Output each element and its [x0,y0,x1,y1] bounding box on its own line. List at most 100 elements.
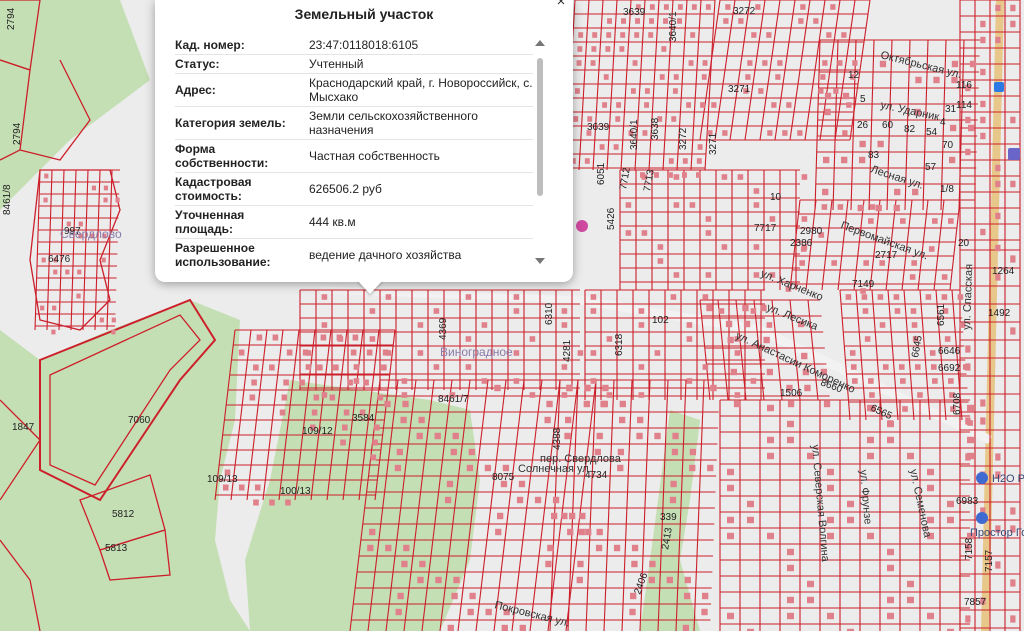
parcel-label: 5426 [606,207,617,230]
popup-title: Земельный участок [294,6,434,22]
parcel-label: 4388 [552,427,563,450]
attribute-key: Категория земель: [175,106,307,140]
poi-marker-icon[interactable] [976,472,988,484]
popup-pointer [357,280,383,294]
parcel-label: 6983 [956,496,979,507]
parcel-label: 7157 [984,549,995,572]
parcel-label: 1/8 [940,184,954,195]
attribute-value: 23:47:0118018:6105 [307,36,533,55]
hotel-icon[interactable] [1008,148,1020,160]
parcel-label: 114 [956,100,972,111]
popup-body: Кад. номер: 23:47:0118018:6105 Статус: Учт… [175,36,533,268]
parcel-label: 1264 [992,266,1015,277]
parcel-label: 1847 [12,422,35,433]
popup-scrollbar[interactable] [535,40,545,266]
table-row: Статус: Учтенный [175,54,533,74]
table-row: Уточненная площадь: 444 кв.м [175,205,533,239]
scroll-down-arrow-icon[interactable] [535,258,545,264]
parcel-label: 57 [925,162,937,173]
parcel-label: 5812 [112,509,135,520]
street-label: ул. Семенова [907,468,933,539]
parcel-label: 3640/1 [629,119,640,150]
attribute-key: Кад. номер: [175,36,307,55]
parcel-label: 70 [942,140,954,151]
parcel-info-popup: Земельный участок Кад. номер: 23:47:01180… [155,0,573,282]
parcel-label: 26 [857,120,869,131]
poi-label[interactable]: H2O Ресорт [992,473,1024,485]
poi-label[interactable]: Простор Горная [970,527,1024,539]
parcel-label: 4281 [562,339,573,362]
parcel-label: 100/13 [280,486,311,497]
table-row: Разрешенное использование: ведение дачног… [175,238,533,268]
street-label: пер. Свердлова [540,453,622,465]
attribute-value: Земли сельскохозяйственного назначения [307,106,533,140]
attribute-key: Разрешенное использование: [175,238,307,268]
table-row: Категория земель: Земли сельскохозяйствен… [175,106,533,140]
parcel-label: 6051 [596,162,607,185]
parcel-label: 2386 [790,238,813,249]
poi-marker-icon[interactable] [976,512,988,524]
parcel-label: 6561 [936,303,947,326]
parcel-label: 6645 [910,334,925,358]
parcel-label: 2794 [6,7,17,30]
attribute-key: Адрес: [175,73,307,107]
parcel-label: 7717 [754,223,777,234]
attribute-key: Статус: [175,54,307,74]
close-icon[interactable]: × [551,0,571,12]
attribute-value: 626506.2 руб [307,172,533,206]
parcel-label: 60 [882,120,894,131]
parcel-label: 7857 [964,597,987,608]
parcel-label: 3271 [708,132,719,155]
parcel-label: 6476 [48,254,71,265]
parcel-label: 6692 [938,363,961,374]
parcel-label: 6318 [614,333,625,356]
parcel-label: 20 [958,238,970,249]
parcel-label: 8075 [492,472,515,483]
parcel-label: 2717 [875,250,898,261]
parcel-label: 6565 [869,403,894,423]
scroll-up-arrow-icon[interactable] [535,40,545,46]
parcel-label: 5 [860,94,866,105]
parcel-label: 5813 [105,543,128,554]
attribute-value: Краснодарский край, г. Новороссийск, с. … [307,73,533,107]
parcel-label: 12 [848,70,860,81]
table-row: Адрес: Краснодарский край, г. Новороссийс… [175,73,533,107]
parcel-label: 109/12 [302,426,333,437]
parcel-label: 3272 [678,127,689,150]
parcel-attributes-table: Кад. номер: 23:47:0118018:6105 Статус: Учт… [175,36,533,268]
attribute-key: Форма собственности: [175,139,307,173]
scrollbar-thumb[interactable] [537,58,543,196]
parcel-label: 6310 [544,302,555,325]
parcel-label: 4369 [438,317,449,340]
parcel-label: 54 [926,127,938,138]
parcel-label: 109/13 [207,474,238,485]
parcel-label: 7158 [964,537,975,560]
place-label: Виноградное [440,345,513,359]
attribute-key: Уточненная площадь: [175,205,307,239]
street-label: ул. Северская Волгина [809,444,831,563]
street-label: ул. Спасская [961,264,975,330]
parcel-label: 82 [904,124,916,135]
parcel-label: 2794 [12,122,23,145]
parcel-label: 10 [770,192,782,203]
poi-marker-icon[interactable] [576,220,588,232]
parcel-label: 6708 [952,392,963,415]
parcel-label: 7149 [852,279,875,290]
place-label: Свердлово [60,227,122,241]
bus-stop-icon[interactable] [994,82,1004,92]
parcel-label: 3639 [587,122,610,133]
parcel-label: 1506 [780,388,803,399]
parcel-label: 4 [940,117,946,128]
parcel-label: 7713 [642,168,657,192]
attribute-value: Учтенный [307,54,533,74]
attribute-value: ведение дачного хозяйства [307,238,533,268]
attribute-key: Кадастровая стоимость: [175,172,307,206]
parcel-label: 7060 [128,415,151,426]
parcel-label: 3271 [728,84,751,95]
parcel-label: 31 [945,104,957,115]
parcel-label: 3584 [352,413,375,424]
parcel-label: 2980 [800,226,823,237]
parcel-label: 8461/8 [2,184,13,215]
parcel-label: 6646 [938,346,961,357]
parcel-label: 8461/7 [438,394,469,405]
